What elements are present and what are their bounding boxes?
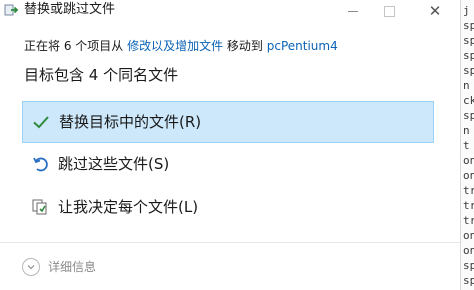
background-text-fragment: t [463, 139, 470, 152]
move-files-icon [4, 2, 20, 18]
background-text-fragment: sp [463, 19, 474, 32]
footer-divider [0, 242, 460, 243]
skip-files-label: 跳过这些文件(S) [58, 155, 170, 173]
replace-files-option[interactable]: 替换目标中的文件(R) [22, 101, 434, 143]
compare-files-icon [30, 197, 50, 217]
background-text-fragment: n [463, 124, 470, 137]
skip-files-option[interactable]: 跳过这些文件(S) [22, 143, 434, 185]
checkmark-icon [31, 112, 51, 132]
maximize-icon [383, 5, 395, 17]
destination-folder-link[interactable]: pcPentium4 [267, 39, 338, 53]
minimize-icon [348, 10, 358, 12]
title-bar[interactable]: 替换或跳过文件 ✕ [0, 0, 460, 22]
background-window-edge: jspspspspnckspntonontrotrotroononspsp [460, 0, 474, 290]
window-title: 替换或跳过文件 [24, 2, 116, 17]
background-text-fragment: tro [463, 184, 474, 197]
background-text-fragment: sp [463, 49, 474, 62]
details-toggle[interactable]: 详细信息 [22, 258, 96, 276]
background-text-fragment: sp [463, 259, 474, 272]
background-text-fragment: sp [463, 64, 474, 77]
skip-undo-icon [30, 154, 50, 174]
conflict-heading: 目标包含 4 个同名文件 [24, 66, 179, 84]
replace-files-label: 替换目标中的文件(R) [59, 113, 202, 131]
background-text-fragment: sp [463, 109, 474, 122]
replace-or-skip-dialog: 替换或跳过文件 ✕ 正在将 6 个项目从 修改以及增加文件 移动到 pcPent… [0, 0, 460, 290]
close-button[interactable]: ✕ [412, 0, 458, 22]
decide-each-file-option[interactable]: 让我决定每个文件(L) [22, 186, 434, 228]
background-text-fragment: tro [463, 214, 474, 227]
info-middle: 移动到 [223, 39, 267, 53]
background-text-fragment: sp [463, 274, 474, 287]
close-icon: ✕ [428, 1, 442, 20]
background-text-fragment: on [463, 244, 474, 257]
background-text-fragment: ck [463, 94, 474, 107]
source-folder-link[interactable]: 修改以及增加文件 [127, 39, 223, 53]
background-text-fragment: j [463, 4, 470, 17]
background-text-fragment: on [463, 229, 474, 242]
chevron-down-icon [22, 258, 40, 276]
background-text-fragment: tro [463, 199, 474, 212]
info-prefix: 正在将 6 个项目从 [24, 39, 128, 53]
decide-each-file-label: 让我决定每个文件(L) [58, 198, 199, 216]
background-text-fragment: sp [463, 34, 474, 47]
background-text-fragment: on [463, 154, 474, 167]
maximize-button[interactable] [366, 0, 412, 22]
details-label: 详细信息 [48, 260, 97, 274]
background-text-fragment: on [463, 169, 474, 182]
move-info-text: 正在将 6 个项目从 修改以及增加文件 移动到 pcPentium4 [24, 38, 338, 54]
background-text-fragment: n [463, 79, 470, 92]
